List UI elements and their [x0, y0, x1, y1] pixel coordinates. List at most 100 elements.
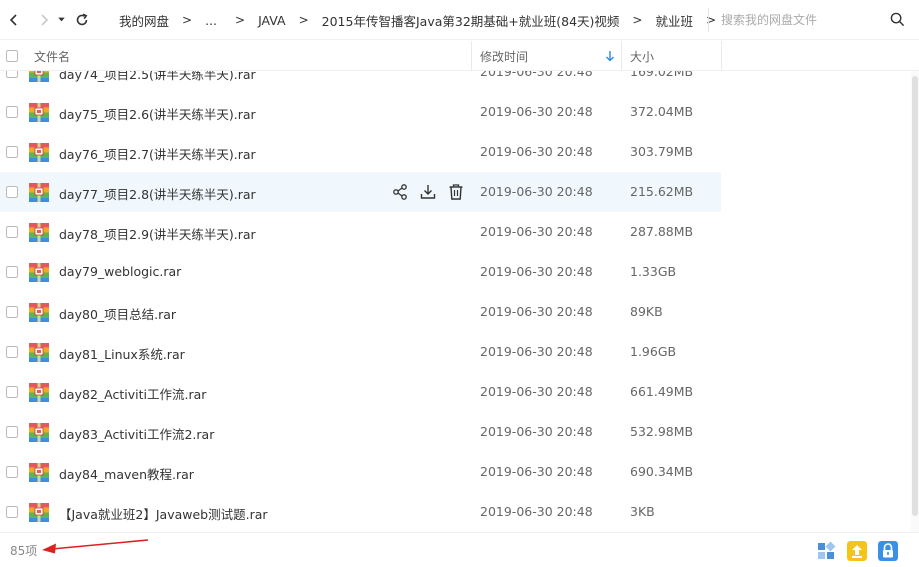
file-name[interactable]: 【Java就业班2】Javaweb测试题.rar [59, 504, 268, 523]
annotation-arrow-icon [42, 539, 149, 554]
file-name[interactable]: day81_Linux系统.rar [59, 344, 185, 363]
item-count: 85项 [10, 544, 38, 558]
scrollbar-thumb[interactable] [912, 76, 918, 516]
refresh-icon [76, 12, 88, 25]
file-row[interactable]: day84_maven教程.rar 2019-06-30 20:48 690.3… [0, 452, 721, 492]
rar-archive-icon [29, 263, 49, 282]
file-row[interactable]: day79_weblogic.rar 2019-06-30 20:48 1.33… [0, 252, 721, 292]
file-modified-time: 2019-06-30 20:48 [480, 304, 593, 319]
select-all-checkbox[interactable] [6, 50, 18, 62]
file-size: 287.88MB [630, 224, 694, 239]
row-checkbox[interactable] [6, 506, 18, 518]
breadcrumb-java[interactable]: JAVA [258, 13, 286, 28]
file-name[interactable]: day79_weblogic.rar [59, 264, 181, 279]
file-list-header: 文件名 修改时间 大小 [0, 41, 919, 71]
file-modified-time: 2019-06-30 20:48 [480, 424, 593, 439]
row-checkbox[interactable] [6, 386, 18, 398]
file-size: 690.34MB [630, 464, 694, 479]
rar-archive-icon [29, 103, 49, 122]
breadcrumb-ellipsis[interactable]: ... [205, 13, 217, 28]
breadcrumb-separator: > [298, 13, 309, 27]
file-name[interactable]: day74_项目2.5(讲半天练半天).rar [59, 71, 256, 83]
back-button[interactable] [3, 0, 25, 40]
column-header-name[interactable]: 文件名 [34, 48, 70, 65]
upload-icon[interactable] [847, 541, 867, 561]
rar-archive-icon [29, 223, 49, 242]
refresh-button[interactable] [71, 0, 93, 40]
file-modified-time: 2019-06-30 20:48 [480, 464, 593, 479]
rar-archive-icon [29, 143, 49, 162]
file-row[interactable]: day80_项目总结.rar 2019-06-30 20:48 89KB [0, 292, 721, 332]
file-size: 532.98MB [630, 424, 694, 439]
app-grid-icon[interactable] [816, 541, 836, 561]
row-checkbox[interactable] [6, 186, 18, 198]
file-size: 169.02MB [630, 71, 694, 79]
file-row[interactable]: day78_项目2.9(讲半天练半天).rar 2019-06-30 20:48… [0, 212, 721, 252]
rar-archive-icon [29, 71, 49, 82]
file-row[interactable]: 【Java就业班2】Javaweb测试题.rar 2019-06-30 20:4… [0, 492, 721, 532]
file-name[interactable]: day83_Activiti工作流2.rar [59, 424, 214, 443]
column-header-modified[interactable]: 修改时间 [480, 48, 528, 65]
file-modified-time: 2019-06-30 20:48 [480, 71, 593, 79]
file-size: 303.79MB [630, 144, 694, 159]
row-checkbox[interactable] [6, 306, 18, 318]
file-row[interactable]: day83_Activiti工作流2.rar 2019-06-30 20:48 … [0, 412, 721, 452]
file-name[interactable]: day82_Activiti工作流.rar [59, 384, 206, 403]
breadcrumb-current[interactable]: 就业班 [655, 11, 693, 30]
file-name[interactable]: day80_项目总结.rar [59, 304, 176, 323]
breadcrumb-separator: > [632, 13, 643, 27]
row-checkbox[interactable] [6, 266, 18, 278]
file-size: 89KB [630, 304, 663, 319]
row-checkbox[interactable] [6, 226, 18, 238]
row-checkbox[interactable] [6, 426, 18, 438]
breadcrumb-separator: > [182, 13, 193, 27]
delete-icon[interactable] [447, 183, 465, 201]
file-name[interactable]: day76_项目2.7(讲半天练半天).rar [59, 144, 256, 163]
file-row[interactable]: day75_项目2.6(讲半天练半天).rar 2019-06-30 20:48… [0, 92, 721, 132]
file-row[interactable]: day77_项目2.8(讲半天练半天).rar 2019-06-30 20:48… [0, 172, 721, 212]
row-checkbox[interactable] [6, 346, 18, 358]
row-actions [391, 183, 475, 201]
row-checkbox[interactable] [6, 71, 18, 78]
column-divider[interactable] [471, 41, 472, 71]
rar-archive-icon [29, 503, 49, 522]
file-name[interactable]: day78_项目2.9(讲半天练半天).rar [59, 224, 256, 243]
file-modified-time: 2019-06-30 20:48 [480, 384, 593, 399]
column-divider[interactable] [621, 41, 622, 71]
file-modified-time: 2019-06-30 20:48 [480, 344, 593, 359]
column-header-size[interactable]: 大小 [630, 48, 654, 65]
history-dropdown[interactable] [55, 0, 67, 40]
share-icon[interactable] [391, 183, 409, 201]
file-modified-time: 2019-06-30 20:48 [480, 504, 593, 519]
file-row[interactable]: day74_项目2.5(讲半天练半天).rar 2019-06-30 20:48… [0, 71, 721, 92]
rar-archive-icon [29, 383, 49, 402]
file-name[interactable]: day75_项目2.6(讲半天练半天).rar [59, 104, 256, 123]
file-size: 215.62MB [630, 184, 694, 199]
breadcrumb-root[interactable]: 我的网盘 [119, 11, 169, 30]
file-modified-time: 2019-06-30 20:48 [480, 144, 593, 159]
search-box [708, 8, 913, 32]
row-checkbox[interactable] [6, 106, 18, 118]
forward-button[interactable] [33, 0, 55, 40]
download-icon[interactable] [419, 183, 437, 201]
file-row[interactable]: day81_Linux系统.rar 2019-06-30 20:48 1.96G… [0, 332, 721, 372]
rar-archive-icon [29, 303, 49, 322]
file-modified-time: 2019-06-30 20:48 [480, 224, 593, 239]
file-name[interactable]: day84_maven教程.rar [59, 464, 194, 483]
file-row[interactable]: day76_项目2.7(讲半天练半天).rar 2019-06-30 20:48… [0, 132, 721, 172]
row-checkbox[interactable] [6, 146, 18, 158]
file-row[interactable]: day82_Activiti工作流.rar 2019-06-30 20:48 6… [0, 372, 721, 412]
lock-icon[interactable] [878, 541, 898, 561]
breadcrumb-course[interactable]: 2015年传智播客Java第32期基础+就业班(84天)视频 [322, 11, 620, 30]
search-icon[interactable] [890, 12, 905, 27]
file-size: 1.96GB [630, 344, 677, 359]
file-name[interactable]: day77_项目2.8(讲半天练半天).rar [59, 184, 256, 203]
file-rows: day74_项目2.5(讲半天练半天).rar 2019-06-30 20:48… [0, 71, 919, 532]
file-modified-time: 2019-06-30 20:48 [480, 184, 593, 199]
rar-archive-icon [29, 463, 49, 482]
sort-descending-icon[interactable] [605, 50, 615, 62]
column-divider[interactable] [721, 41, 722, 71]
search-input[interactable] [721, 13, 891, 27]
row-checkbox[interactable] [6, 466, 18, 478]
file-modified-time: 2019-06-30 20:48 [480, 104, 593, 119]
